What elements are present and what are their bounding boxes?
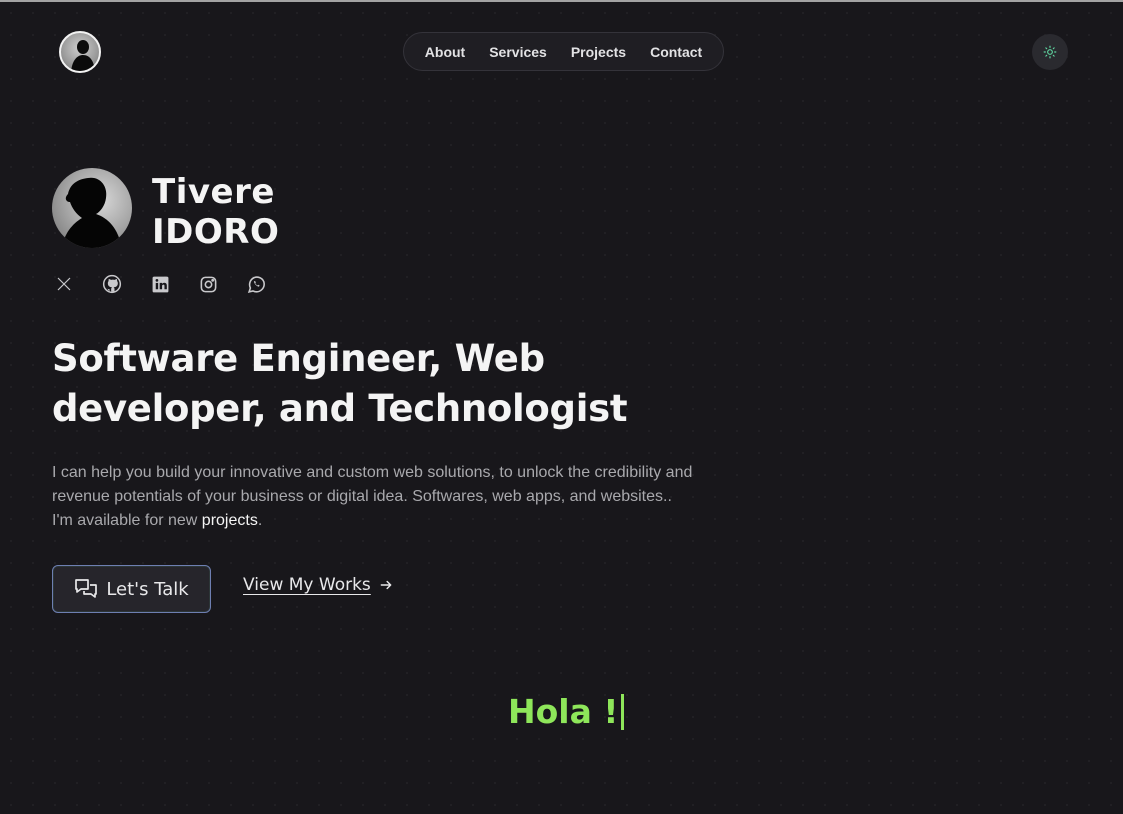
nav-about[interactable]: About	[425, 44, 465, 60]
arrow-right-icon	[380, 580, 392, 590]
nav-projects[interactable]: Projects	[571, 44, 626, 60]
sun-icon	[1043, 45, 1057, 59]
greeting-typewriter: Hola !	[508, 692, 625, 731]
main-nav: About Services Projects Contact	[403, 32, 724, 71]
projects-link[interactable]: projects	[202, 512, 258, 529]
linkedin-icon	[152, 276, 168, 292]
linkedin-link[interactable]	[148, 272, 172, 296]
github-link[interactable]	[100, 272, 124, 296]
theme-toggle-button[interactable]	[1032, 34, 1068, 70]
greeting-text: Hola !	[508, 692, 619, 731]
chat-bubbles-icon	[75, 579, 98, 598]
social-links	[52, 272, 268, 296]
instagram-link[interactable]	[196, 272, 220, 296]
lets-talk-label: Let's Talk	[106, 578, 189, 600]
whatsapp-link[interactable]	[244, 272, 268, 296]
x-icon	[57, 277, 71, 291]
logo-avatar[interactable]	[59, 31, 101, 73]
github-icon	[102, 274, 122, 294]
name-last: IDORO	[152, 212, 280, 252]
lets-talk-button[interactable]: Let's Talk	[52, 565, 211, 613]
profile-avatar	[52, 168, 132, 248]
typing-cursor	[621, 693, 625, 730]
silhouette-icon	[71, 40, 95, 71]
nav-contact[interactable]: Contact	[650, 44, 702, 60]
view-works-label: View My Works	[243, 575, 371, 595]
nav-services[interactable]: Services	[489, 44, 547, 60]
headline-line-1: Software Engineer, Web	[52, 337, 545, 380]
desc-prefix: I'm available for new	[52, 512, 202, 529]
desc-line-2: revenue potentials of your business or d…	[52, 488, 672, 505]
name-first: Tivere	[152, 172, 275, 212]
hero-headline: Software Engineer, Web developer, and Te…	[52, 334, 712, 434]
desc-line-3: I'm available for new projects.	[52, 509, 732, 533]
x-link[interactable]	[52, 272, 76, 296]
desc-suffix: .	[257, 512, 263, 529]
profile-name: Tivere IDORO	[152, 172, 279, 252]
headline-line-2: developer, and Technologist	[52, 387, 628, 430]
whatsapp-icon	[247, 275, 265, 293]
hero-description: I can help you build your innovative and…	[52, 461, 732, 533]
profile-silhouette-icon	[62, 177, 122, 248]
view-works-link[interactable]: View My Works	[243, 575, 393, 595]
desc-line-1: I can help you build your innovative and…	[52, 464, 693, 481]
instagram-icon	[200, 276, 216, 292]
